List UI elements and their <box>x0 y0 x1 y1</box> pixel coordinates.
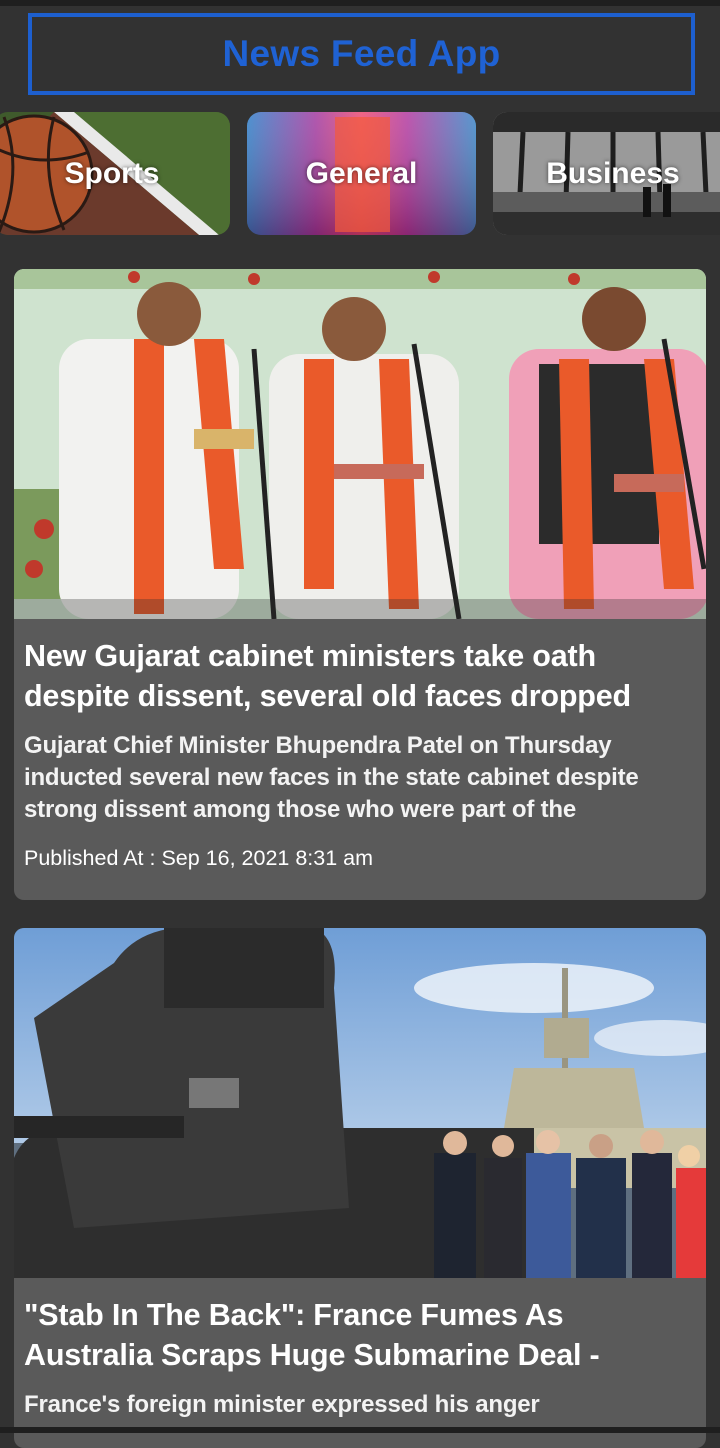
category-business[interactable]: Business <box>493 112 720 235</box>
article-description: France's foreign minister expressed his … <box>24 1391 540 1418</box>
app-title: News Feed App <box>222 33 501 74</box>
status-bar-strip <box>0 0 720 6</box>
article-body: "Stab In The Back": France Fumes As Aust… <box>24 1278 696 1421</box>
article-card[interactable]: "Stab In The Back": France Fumes As Aust… <box>14 928 706 1448</box>
category-sports[interactable]: Sports <box>0 112 230 235</box>
article-title[interactable]: "Stab In The Back": France Fumes As Aust… <box>24 1295 696 1375</box>
app-header: News Feed App <box>28 13 695 95</box>
article-published-date: Published At : Sep 16, 2021 8:31 am <box>24 846 374 870</box>
category-general-label: General <box>305 156 418 190</box>
navigation-bar-strip <box>0 1427 720 1433</box>
category-list[interactable]: Sports General Business <box>0 112 720 235</box>
article-description: Gujarat Chief Minister Bhupendra Patel o… <box>24 732 639 823</box>
category-sports-label: Sports <box>64 156 160 190</box>
category-business-label: Business <box>546 156 680 190</box>
article-image <box>14 928 706 1278</box>
article-title[interactable]: New Gujarat cabinet ministers take oath … <box>24 636 696 716</box>
article-card[interactable]: New Gujarat cabinet ministers take oath … <box>14 269 706 900</box>
category-general[interactable]: General <box>247 112 476 235</box>
article-body: New Gujarat cabinet ministers take oath … <box>24 619 696 871</box>
article-image <box>14 269 706 619</box>
